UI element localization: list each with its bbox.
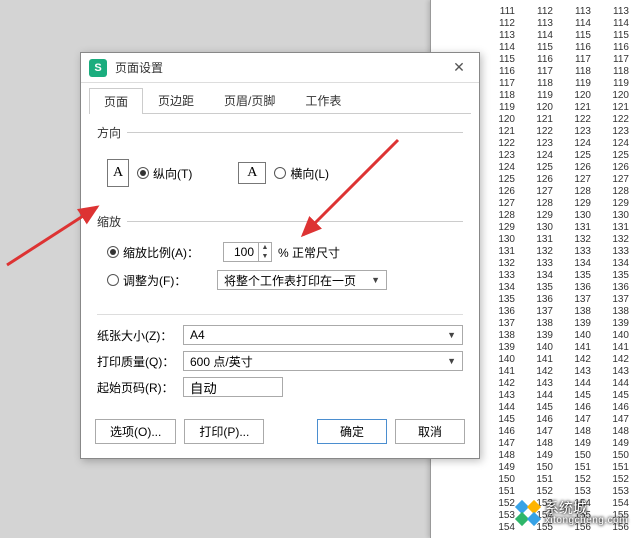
start-page-input[interactable]	[183, 377, 283, 397]
portrait-label: 纵向(T)	[153, 165, 192, 182]
scale-ratio-suffix: % 正常尺寸	[278, 244, 340, 261]
app-icon: S	[89, 59, 107, 77]
paper-size-row: 纸张大小(Z)： A4 ▼	[97, 325, 463, 345]
scale-fit-label: 调整为(F)：	[123, 272, 193, 289]
watermark: 系统城 xitongcheng.com	[517, 501, 628, 526]
cancel-button[interactable]: 取消	[395, 419, 465, 444]
tab-page[interactable]: 页面	[89, 88, 143, 114]
print-quality-select[interactable]: 600 点/英寸 ▼	[183, 351, 463, 371]
bg-row: 151152153153	[431, 486, 640, 498]
portrait-radio[interactable]: 纵向(T)	[137, 165, 192, 182]
scale-legend: 缩放	[97, 213, 127, 230]
paper-size-select[interactable]: A4 ▼	[183, 325, 463, 345]
spinner-down-icon[interactable]: ▼	[259, 252, 271, 261]
ok-button[interactable]: 确定	[317, 419, 387, 444]
bg-row: 111112113113	[431, 6, 640, 18]
watermark-text: 系统城	[545, 501, 628, 516]
spinner-up-icon[interactable]: ▲	[259, 243, 271, 252]
paper-size-label: 纸张大小(Z)：	[97, 327, 177, 344]
scale-fit-radio[interactable]: 调整为(F)：	[107, 272, 193, 289]
tab-sheet[interactable]: 工作表	[290, 87, 356, 113]
radio-dot-icon	[137, 167, 149, 179]
tabs: 页面 页边距 页眉/页脚 工作表	[89, 87, 471, 114]
titlebar: S 页面设置 ✕	[81, 53, 479, 83]
scale-ratio-spinner[interactable]: ▲ ▼	[223, 242, 272, 262]
radio-dot-icon	[274, 167, 286, 179]
close-icon[interactable]: ✕	[447, 56, 471, 80]
landscape-page-icon: A	[238, 162, 266, 184]
page-setup-dialog: S 页面设置 ✕ 页面 页边距 页眉/页脚 工作表 方向 A 纵向(T) A 横…	[80, 52, 480, 459]
print-quality-value: 600 点/英寸	[190, 353, 253, 370]
scale-ratio-label: 缩放比例(A)：	[123, 244, 199, 261]
print-quality-row: 打印质量(Q)： 600 点/英寸 ▼	[97, 351, 463, 371]
start-page-row: 起始页码(R)：	[97, 377, 463, 397]
scale-fit-value: 将整个工作表打印在一页	[224, 272, 356, 289]
watermark-url: xitongcheng.com	[545, 516, 628, 527]
options-button[interactable]: 选项(O)...	[95, 419, 176, 444]
scale-ratio-input[interactable]	[224, 243, 258, 261]
dialog-title: 页面设置	[115, 59, 447, 76]
bg-row: 113114115115	[431, 30, 640, 42]
watermark-logo-icon	[517, 502, 539, 524]
scale-fit-select[interactable]: 将整个工作表打印在一页 ▼	[217, 270, 387, 290]
bg-row: 149150151151	[431, 462, 640, 474]
chevron-down-icon: ▼	[371, 275, 380, 285]
start-page-label: 起始页码(R)：	[97, 379, 177, 396]
orientation-legend: 方向	[97, 124, 127, 141]
tab-margins[interactable]: 页边距	[143, 87, 209, 113]
print-quality-label: 打印质量(Q)：	[97, 353, 177, 370]
dialog-content: 方向 A 纵向(T) A 横向(L) 缩放	[81, 114, 479, 419]
portrait-page-icon: A	[107, 159, 129, 187]
bg-row: 112113114114	[431, 18, 640, 30]
landscape-radio[interactable]: 横向(L)	[274, 165, 329, 182]
print-button[interactable]: 打印(P)...	[184, 419, 264, 444]
orientation-group: 方向 A 纵向(T) A 横向(L)	[97, 124, 463, 209]
paper-size-value: A4	[190, 328, 205, 342]
dialog-buttons: 选项(O)... 打印(P)... 确定 取消	[81, 419, 479, 458]
separator	[97, 314, 463, 315]
bg-row: 150151152152	[431, 474, 640, 486]
tab-header-footer[interactable]: 页眉/页脚	[209, 87, 290, 113]
scale-ratio-radio[interactable]: 缩放比例(A)：	[107, 244, 199, 261]
radio-dot-icon	[107, 246, 119, 258]
radio-dot-icon	[107, 274, 119, 286]
landscape-label: 横向(L)	[290, 165, 329, 182]
chevron-down-icon: ▼	[447, 330, 456, 340]
scale-group: 缩放 缩放比例(A)： ▲ ▼ % 正常尺寸	[97, 213, 463, 306]
chevron-down-icon: ▼	[447, 356, 456, 366]
